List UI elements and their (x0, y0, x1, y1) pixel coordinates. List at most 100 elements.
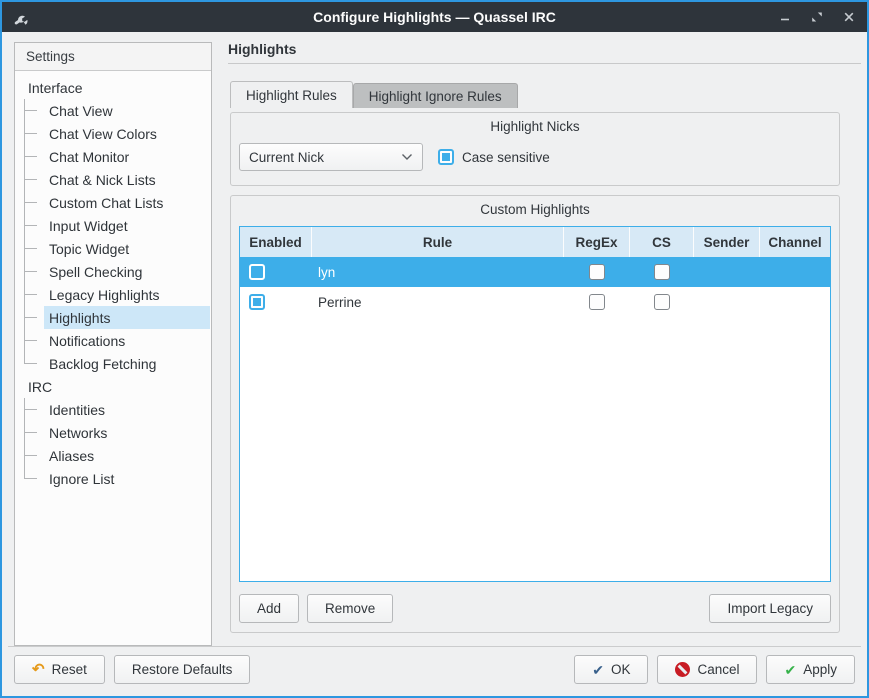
import-legacy-button[interactable]: Import Legacy (709, 594, 831, 623)
checkbox-fill (658, 298, 666, 306)
column-header-cs[interactable]: CS (630, 227, 694, 257)
sidebar-item-label: Chat View (44, 99, 210, 122)
ok-button[interactable]: ✔ OK (574, 655, 648, 684)
sidebar-item-label: Notifications (44, 329, 210, 352)
minimize-button[interactable] (777, 9, 793, 25)
tree-branch-line (23, 352, 44, 375)
sidebar-item-spell-checking[interactable]: Spell Checking (15, 260, 211, 283)
configure-highlights-dialog: Configure Highlights — Quassel IRC Setti… (0, 0, 869, 698)
close-button[interactable] (841, 9, 857, 25)
sidebar-item-chat-view[interactable]: Chat View (15, 99, 211, 122)
sidebar-item-label: Aliases (44, 444, 210, 467)
cancel-icon (675, 662, 690, 677)
titlebar: Configure Highlights — Quassel IRC (2, 2, 867, 32)
checkbox-fill (253, 298, 261, 306)
tab-highlight-rules[interactable]: Highlight Rules (230, 81, 353, 108)
apply-button[interactable]: ✔ Apply (766, 655, 855, 684)
sidebar-item-label: Chat Monitor (44, 145, 210, 168)
ok-check-icon: ✔ (592, 663, 604, 677)
rule-cell[interactable]: lyn (312, 265, 564, 280)
checkbox-fill (253, 268, 261, 276)
column-header-channel[interactable]: Channel (760, 227, 830, 257)
sidebar-item-label: Custom Chat Lists (44, 191, 210, 214)
nick-mode-dropdown[interactable]: Current Nick (239, 143, 423, 171)
regex-cell (564, 294, 630, 310)
sidebar-item-backlog-fetching[interactable]: Backlog Fetching (15, 352, 211, 375)
sidebar-item-label: Chat View Colors (44, 122, 210, 145)
sidebar-item-label: Backlog Fetching (44, 352, 210, 375)
sidebar-item-label: Highlights (44, 306, 210, 329)
tree-branch-line (23, 306, 44, 329)
cancel-button[interactable]: Cancel (657, 655, 757, 684)
sidebar-item-chat-view-colors[interactable]: Chat View Colors (15, 122, 211, 145)
page-title: Highlights (228, 41, 296, 57)
tab-label: Highlight Rules (246, 88, 337, 103)
remove-button[interactable]: Remove (307, 594, 393, 623)
sidebar-item-label: Ignore List (44, 467, 210, 490)
case-sensitive-checkbox[interactable] (438, 149, 454, 165)
tab-highlight-ignore-rules[interactable]: Highlight Ignore Rules (353, 83, 518, 108)
sidebar-item-input-widget[interactable]: Input Widget (15, 214, 211, 237)
highlight-rule-row-lyn[interactable]: lyn (240, 257, 830, 287)
sidebar-item-label: Chat & Nick Lists (44, 168, 210, 191)
remove-label: Remove (325, 601, 375, 616)
checkbox-fill (593, 268, 601, 276)
highlight-rules-table: EnabledRuleRegExCSSenderChannel lyn Perri… (239, 226, 831, 582)
sidebar-item-legacy-highlights[interactable]: Legacy Highlights (15, 283, 211, 306)
restore-defaults-button[interactable]: Restore Defaults (114, 655, 251, 684)
sidebar-item-ignore-list[interactable]: Ignore List (15, 467, 211, 490)
apply-label: Apply (803, 662, 837, 677)
apply-check-icon: ✔ (784, 663, 796, 677)
settings-tree: InterfaceChat ViewChat View ColorsChat M… (15, 71, 211, 490)
cs-cell (630, 264, 694, 280)
sidebar-item-notifications[interactable]: Notifications (15, 329, 211, 352)
cs-checkbox[interactable] (654, 294, 670, 310)
case-sensitive-label: Case sensitive (462, 150, 550, 165)
add-button[interactable]: Add (239, 594, 299, 623)
sidebar-item-highlights[interactable]: Highlights (15, 306, 211, 329)
checkbox-fill (658, 268, 666, 276)
tree-branch-line (23, 168, 44, 191)
sidebar-item-irc[interactable]: IRC (15, 375, 211, 398)
sidebar-item-label: Interface (23, 76, 210, 99)
highlight-rule-row-perrine[interactable]: Perrine (240, 287, 830, 317)
enabled-cell (240, 264, 312, 280)
sidebar-item-topic-widget[interactable]: Topic Widget (15, 237, 211, 260)
column-header-enabled[interactable]: Enabled (240, 227, 312, 257)
footer-button-bar: ↶ Reset Restore Defaults ✔ OK Cancel ✔ A… (14, 655, 855, 684)
restore-button[interactable] (809, 9, 825, 25)
sidebar-header: Settings (15, 43, 211, 71)
cancel-label: Cancel (697, 662, 739, 677)
enabled-checkbox[interactable] (249, 294, 265, 310)
case-sensitive-option[interactable]: Case sensitive (438, 149, 550, 165)
chevron-down-icon (401, 153, 413, 161)
sidebar-item-chat-monitor[interactable]: Chat Monitor (15, 145, 211, 168)
tree-branch-line (23, 329, 44, 352)
regex-checkbox[interactable] (589, 294, 605, 310)
regex-checkbox[interactable] (589, 264, 605, 280)
column-header-regex[interactable]: RegEx (564, 227, 630, 257)
sidebar-item-custom-chat-lists[interactable]: Custom Chat Lists (15, 191, 211, 214)
tree-branch-line (23, 214, 44, 237)
column-header-sender[interactable]: Sender (694, 227, 760, 257)
tree-branch-line (23, 260, 44, 283)
rule-cell[interactable]: Perrine (312, 295, 564, 310)
sidebar-item-interface[interactable]: Interface (15, 76, 211, 99)
enabled-checkbox[interactable] (249, 264, 265, 280)
undo-icon: ↶ (32, 662, 45, 677)
cs-cell (630, 294, 694, 310)
sidebar-item-identities[interactable]: Identities (15, 398, 211, 421)
column-header-rule[interactable]: Rule (312, 227, 564, 257)
nick-mode-value: Current Nick (249, 150, 324, 165)
sidebar-item-aliases[interactable]: Aliases (15, 444, 211, 467)
custom-highlights-group: Custom Highlights EnabledRuleRegExCSSend… (230, 195, 840, 633)
table-header-row: EnabledRuleRegExCSSenderChannel (240, 227, 830, 257)
sidebar-item-label: Legacy Highlights (44, 283, 210, 306)
sidebar-item-networks[interactable]: Networks (15, 421, 211, 444)
import-legacy-label: Import Legacy (727, 601, 813, 616)
sidebar-item-chat-nick-lists[interactable]: Chat & Nick Lists (15, 168, 211, 191)
reset-button[interactable]: ↶ Reset (14, 655, 105, 684)
title-separator (228, 63, 861, 64)
cs-checkbox[interactable] (654, 264, 670, 280)
window-title: Configure Highlights — Quassel IRC (2, 9, 867, 25)
